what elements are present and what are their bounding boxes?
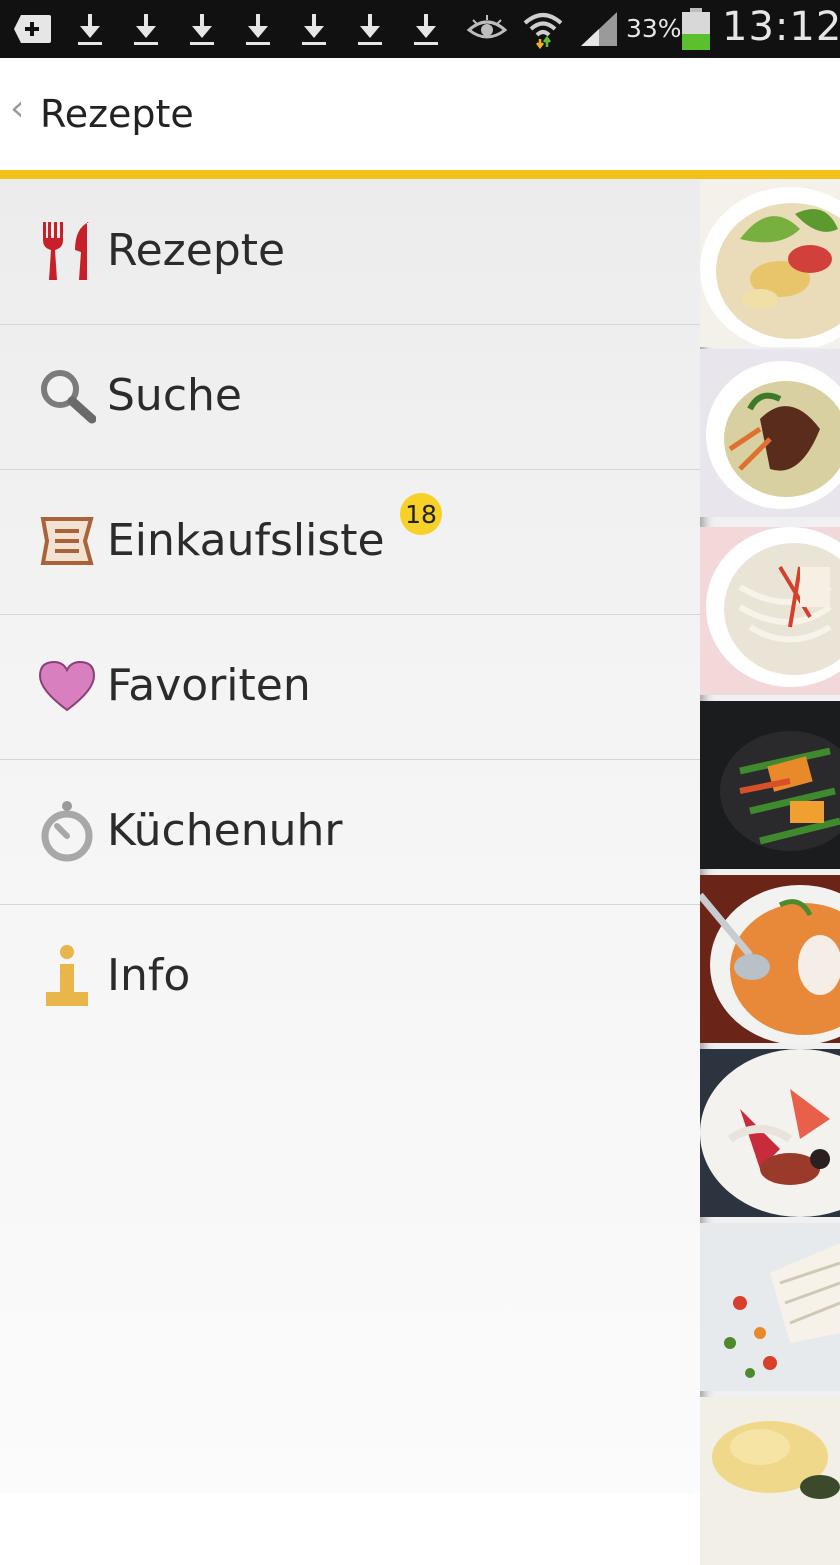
search-icon (38, 364, 96, 428)
mashed-potato-image[interactable] (700, 1397, 840, 1565)
info-icon (38, 944, 96, 1008)
menu-item-label: Info (107, 950, 191, 1001)
wifi-icon (520, 8, 566, 50)
menu-item-label: Suche (107, 370, 242, 421)
download-icon (298, 8, 330, 50)
menu-item-kuechenuhr[interactable]: Küchenuhr (0, 759, 700, 905)
download-icon (186, 8, 218, 50)
soup-spoon-image[interactable] (700, 875, 840, 1043)
download-icon (354, 8, 386, 50)
menu-item-favoriten[interactable]: Favoriten (0, 614, 700, 760)
navigation-drawer: Rezepte Suche Einkaufsliste 18 Favoriten… (0, 179, 700, 1493)
salad-image[interactable] (700, 179, 840, 347)
menu-item-label: Einkaufsliste (107, 515, 385, 566)
recipe-list-peek (700, 179, 840, 1565)
timer-icon (38, 799, 96, 863)
menu-item-label: Küchenuhr (107, 805, 343, 856)
status-bar: 33% 13:12 (0, 0, 840, 58)
stirfry-bowl-image[interactable] (700, 349, 840, 517)
eye-icon (466, 8, 508, 50)
menu-item-rezepte[interactable]: Rezepte (0, 179, 700, 325)
download-icon (242, 8, 274, 50)
fork-knife-icon (38, 219, 96, 283)
download-icon (74, 8, 106, 50)
menu-item-einkaufsliste[interactable]: Einkaufsliste 18 (0, 469, 700, 615)
list-icon (38, 509, 96, 573)
back-chevron-icon[interactable]: ‹ (10, 88, 24, 129)
wok-vegetables-image[interactable] (700, 701, 840, 869)
battery-icon (680, 8, 712, 50)
signal-icon (578, 8, 620, 50)
plate-salad-image[interactable] (700, 1049, 840, 1217)
menu-item-suche[interactable]: Suche (0, 324, 700, 470)
action-bar: ‹ Rezepte (0, 58, 840, 170)
noodle-soup-image[interactable] (700, 527, 840, 695)
accent-divider (0, 170, 840, 179)
menu-item-label: Rezepte (107, 225, 286, 276)
heart-icon (38, 654, 96, 718)
add-notification-icon (12, 8, 54, 50)
menu-item-label: Favoriten (107, 660, 311, 711)
download-icon (410, 8, 442, 50)
download-icon (130, 8, 162, 50)
menu-item-info[interactable]: Info (0, 904, 700, 1049)
clock: 13:12 (722, 4, 840, 50)
battery-percent: 33% (626, 14, 682, 43)
app-title[interactable]: Rezepte (40, 92, 194, 136)
shopping-list-count-badge: 18 (400, 493, 442, 535)
fish-vegetables-image[interactable] (700, 1223, 840, 1391)
